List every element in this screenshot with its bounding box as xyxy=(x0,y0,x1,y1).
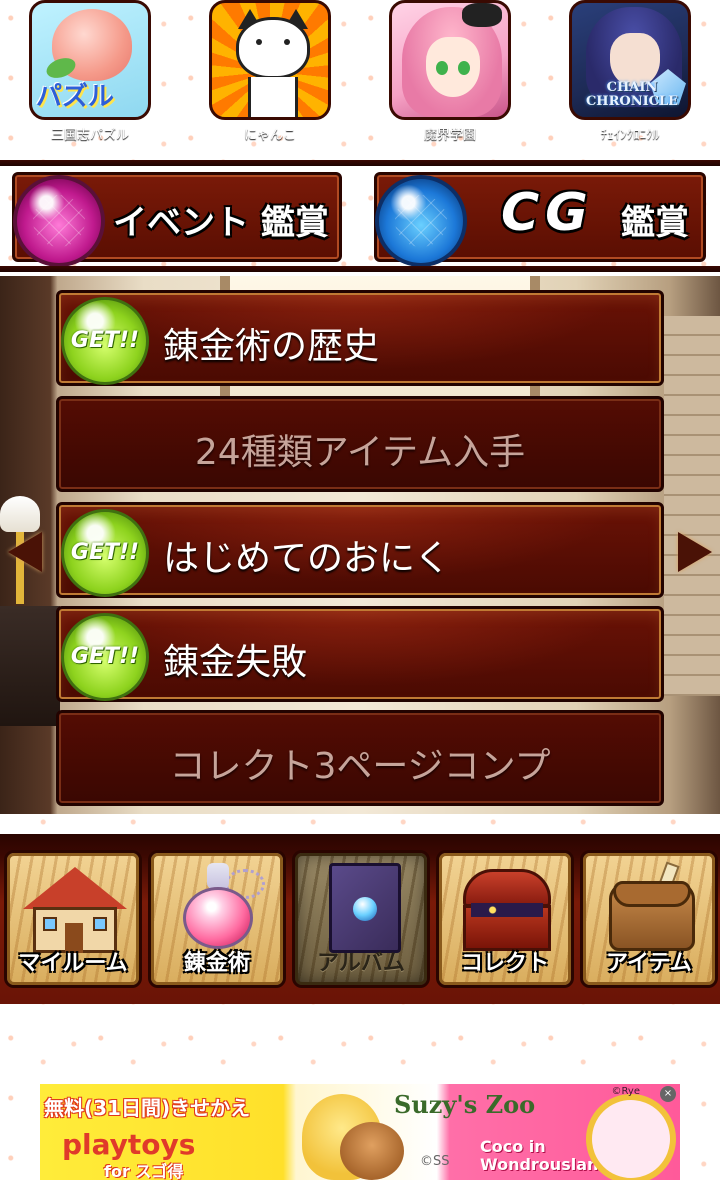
achievement-item[interactable]: GET!! 錬金術の歴史 xyxy=(56,290,664,386)
achievement-item-locked[interactable]: コレクト3ページコンプ xyxy=(56,710,664,806)
get-badge-icon: GET!! xyxy=(61,613,149,701)
ad-banner[interactable]: 無料(31日間)きせかえ playtoys for スゴ得 Suzy's Zoo… xyxy=(40,1084,680,1180)
pink-orb-icon xyxy=(13,175,105,267)
nav-album-button[interactable]: アルバム xyxy=(292,850,430,988)
get-badge-text: GET!! xyxy=(70,328,140,353)
ad-copyright: ©Rye xyxy=(611,1086,640,1097)
app-promo-chain-chronicle[interactable]: CHAIN CHRONICLE ﾁｪｲﾝｸﾛﾆｸﾙ xyxy=(568,0,692,143)
album-book-icon xyxy=(311,863,415,953)
get-badge-text: GET!! xyxy=(70,540,140,565)
nav-label: アルバム xyxy=(317,951,405,976)
event-viewer-button[interactable]: イベント 鑑賞 xyxy=(12,172,342,267)
ad-close-icon[interactable]: × xyxy=(660,1086,676,1102)
app-logo-text: パズル xyxy=(36,82,115,112)
cg-viewer-button[interactable]: CG 鑑賞 xyxy=(374,172,706,267)
achievement-title: 24種類アイテム入手 xyxy=(194,432,526,473)
previous-page-arrow-icon[interactable] xyxy=(8,532,42,572)
app-promo-row: パズル 三国志パズル にゃんこ 魔界学園 CHAIN CHRONICLE ﾁｪｲ… xyxy=(0,0,720,160)
achievement-item[interactable]: GET!! 錬金失敗 xyxy=(56,606,664,702)
potion-flask-icon xyxy=(167,863,271,953)
next-page-arrow-icon[interactable] xyxy=(678,532,712,572)
app-label: 魔界学園 xyxy=(423,128,476,143)
app-label: にゃんこ xyxy=(243,128,296,143)
ad-subtitle: for スゴ得 xyxy=(104,1162,184,1180)
treasure-chest-icon xyxy=(455,863,559,953)
item-bag-icon xyxy=(599,861,703,953)
app-logo-text: CHAIN CHRONICLE xyxy=(585,80,679,109)
cg-viewer-label-small: 鑑賞 xyxy=(621,203,689,243)
nav-alchemy-button[interactable]: 錬金術 xyxy=(148,850,286,988)
cg-viewer-label-big: CG xyxy=(501,183,594,243)
app-promo-nyanko[interactable]: にゃんこ xyxy=(208,0,332,143)
ad-character-frame xyxy=(586,1094,676,1180)
get-badge-text: GET!! xyxy=(70,644,140,669)
ad-brand: playtoys xyxy=(62,1128,196,1161)
achievement-title: コレクト3ページコンプ xyxy=(169,746,551,787)
achievement-title: はじめてのおにく xyxy=(163,538,451,579)
blue-orb-icon xyxy=(375,175,467,267)
ad-headline: 無料(31日間)きせかえ xyxy=(44,1096,251,1120)
nav-label: コレクト xyxy=(460,951,549,976)
nav-my-room-button[interactable]: マイルーム xyxy=(4,850,142,988)
nav-label: 錬金術 xyxy=(183,951,250,976)
divider xyxy=(0,160,720,166)
nav-item-button[interactable]: アイテム xyxy=(580,850,718,988)
app-promo-sangokushi[interactable]: パズル 三国志パズル xyxy=(28,0,152,143)
divider xyxy=(0,266,720,272)
ad-ss: ©SS xyxy=(420,1154,450,1169)
nav-label: アイテム xyxy=(606,951,692,976)
achievement-title: 錬金術の歴史 xyxy=(163,326,380,367)
nav-label: マイルーム xyxy=(18,951,128,976)
ad-suzys-zoo: Suzy's Zoo xyxy=(394,1090,536,1119)
event-viewer-label: イベント 鑑賞 xyxy=(113,203,329,243)
achievement-title: 錬金失敗 xyxy=(163,642,308,683)
pink-hair-girl-app-icon xyxy=(389,0,511,120)
bottom-navigation: マイルーム 錬金術 アルバム コレクト アイテム xyxy=(0,834,720,1004)
app-screen: { "top_apps": [ {"label": "三国志パズル", "ico… xyxy=(0,0,720,1180)
app-label: 三国志パズル xyxy=(50,128,129,143)
get-badge-icon: GET!! xyxy=(61,509,149,597)
peach-puzzle-app-icon: パズル xyxy=(29,0,151,120)
achievement-item-locked[interactable]: 24種類アイテム入手 xyxy=(56,396,664,492)
white-cat-app-icon xyxy=(209,0,331,120)
house-icon xyxy=(23,863,127,953)
nav-collect-button[interactable]: コレクト xyxy=(436,850,574,988)
app-promo-makai-gakuen[interactable]: 魔界学園 xyxy=(388,0,512,143)
bear-illustration xyxy=(340,1122,404,1180)
achievement-item[interactable]: GET!! はじめてのおにく xyxy=(56,502,664,598)
get-badge-icon: GET!! xyxy=(61,297,149,385)
app-label: ﾁｪｲﾝｸﾛﾆｸﾙ xyxy=(600,128,660,143)
chain-chronicle-app-icon: CHAIN CHRONICLE xyxy=(569,0,691,120)
ad-coco: Coco in Wondrousland xyxy=(480,1137,610,1174)
